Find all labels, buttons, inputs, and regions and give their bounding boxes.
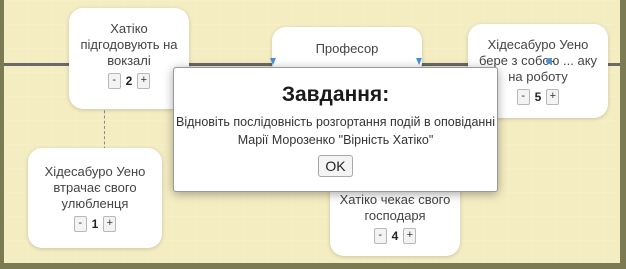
card-text: Професор <box>315 41 379 56</box>
card-text: Хатіко чекає свого господаря <box>339 192 451 223</box>
dialog-title: Завдання: <box>281 83 390 106</box>
order-number: 5 <box>534 90 542 104</box>
order-stepper[interactable]: - 1 + <box>28 216 162 232</box>
dialog-message: Відновіть послідовність розгортання поді… <box>176 115 495 147</box>
increment-button[interactable]: + <box>103 216 117 232</box>
increment-button[interactable]: + <box>546 89 560 105</box>
increment-button[interactable]: + <box>403 228 417 244</box>
card-text: Хідесабуро Уено втрачає свого улюбленця <box>44 164 146 211</box>
decrement-button[interactable]: - <box>516 89 530 105</box>
increment-button[interactable]: + <box>137 73 151 89</box>
event-card-2[interactable]: Хатіко підгодовують на вокзалі - 2 + <box>69 8 189 109</box>
pin-dot-icon <box>546 58 552 64</box>
pin-icon <box>270 58 276 65</box>
pin-icon <box>416 58 422 65</box>
decrement-button[interactable]: - <box>73 216 87 232</box>
card-text: Хатіко підгодовують на вокзалі <box>80 21 178 68</box>
decrement-button[interactable]: - <box>107 73 121 89</box>
order-stepper[interactable]: - 2 + <box>69 73 189 89</box>
ok-button[interactable]: OK <box>318 155 353 177</box>
event-card-1[interactable]: Хідесабуро Уено втрачає свого улюбленця … <box>28 148 162 248</box>
order-number: 1 <box>91 217 99 231</box>
order-stepper[interactable]: - 4 + <box>330 228 460 244</box>
order-number: 4 <box>391 229 399 243</box>
order-number: 2 <box>125 74 133 88</box>
task-dialog: Завдання: Відновіть послідовність розгор… <box>173 67 498 192</box>
decrement-button[interactable]: - <box>373 228 387 244</box>
